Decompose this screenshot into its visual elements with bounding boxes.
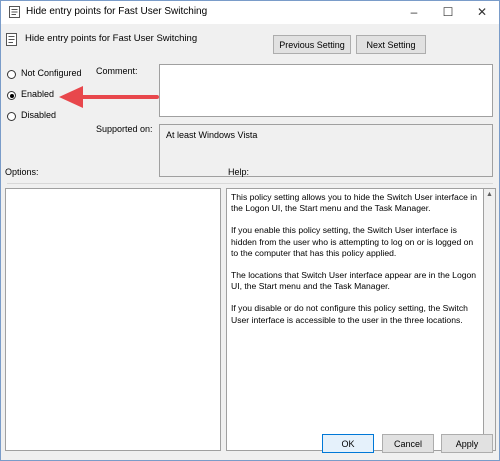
- radio-circle-selected[interactable]: [7, 91, 16, 100]
- options-panel: [5, 188, 221, 451]
- help-paragraph: If you disable or do not configure this …: [231, 303, 468, 325]
- supported-on-value: At least Windows Vista: [166, 130, 258, 140]
- title-bar[interactable]: Hide entry points for Fast User Switchin…: [1, 1, 499, 24]
- help-label: Help:: [228, 167, 250, 177]
- divider: [7, 183, 493, 184]
- help-paragraph: This policy setting allows you to hide t…: [231, 192, 477, 214]
- scroll-up-icon[interactable]: ▲: [485, 190, 494, 200]
- help-scrollbar[interactable]: ▲ ▼: [484, 188, 496, 451]
- next-setting-button[interactable]: Next Setting: [356, 35, 426, 54]
- cancel-button[interactable]: Cancel: [382, 434, 434, 453]
- radio-label: Enabled: [21, 89, 55, 99]
- policy-icon: [9, 6, 20, 18]
- close-icon[interactable]: ✕: [465, 1, 499, 24]
- policy-dialog: Hide entry points for Fast User Switchin…: [0, 0, 500, 461]
- radio-label: Disabled: [21, 110, 57, 120]
- apply-button[interactable]: Apply: [441, 434, 493, 453]
- options-label: Options:: [5, 167, 39, 177]
- comment-label: Comment:: [96, 66, 138, 76]
- help-panel: This policy setting allows you to hide t…: [226, 188, 484, 451]
- annotation-arrow: [59, 86, 159, 108]
- window-title: Hide entry points for Fast User Switchin…: [26, 6, 208, 17]
- supported-on-field: At least Windows Vista: [159, 124, 493, 177]
- ok-button[interactable]: OK: [322, 434, 374, 453]
- maximize-icon[interactable]: ☐: [431, 1, 465, 24]
- radio-circle[interactable]: [7, 112, 16, 121]
- minimize-icon[interactable]: –: [397, 1, 431, 24]
- help-paragraph: If you enable this policy setting, the S…: [231, 225, 474, 258]
- supported-on-label: Supported on:: [96, 124, 153, 134]
- radio-circle[interactable]: [7, 70, 16, 79]
- policy-icon: [6, 33, 17, 46]
- setting-title: Hide entry points for Fast User Switchin…: [25, 33, 198, 44]
- comment-textarea[interactable]: [159, 64, 493, 117]
- dialog-body: Hide entry points for Fast User Switchin…: [1, 24, 499, 460]
- help-paragraph: The locations that Switch User interface…: [231, 270, 477, 292]
- radio-label: Not Configured: [21, 68, 82, 78]
- previous-setting-button[interactable]: Previous Setting: [273, 35, 351, 54]
